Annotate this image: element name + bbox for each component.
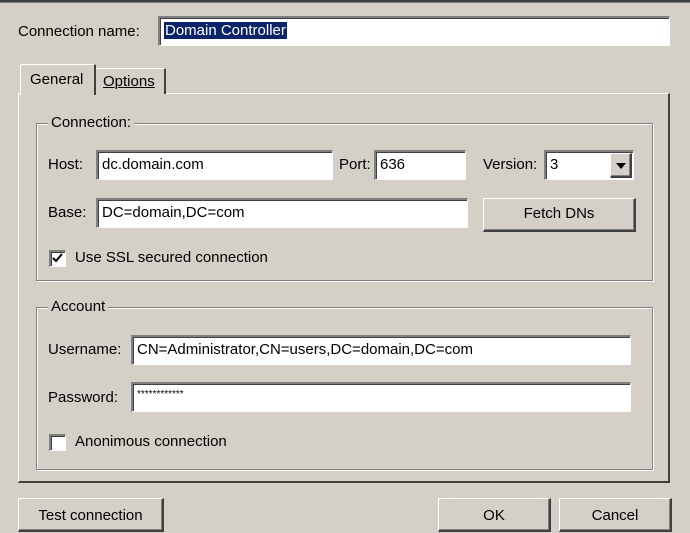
test-connection-button[interactable]: Test connection (18, 498, 164, 532)
ssl-label: Use SSL secured connection (75, 249, 268, 266)
tab-options[interactable]: Options (96, 68, 166, 94)
version-label: Version: (483, 156, 538, 173)
version-value: 3 (550, 156, 559, 173)
port-input[interactable]: 636 (374, 150, 466, 180)
base-label: Base: (48, 204, 87, 221)
password-input[interactable]: ************ (131, 382, 631, 412)
username-label: Username: (48, 341, 122, 358)
ok-button[interactable]: OK (438, 498, 551, 532)
fetch-dns-button[interactable]: Fetch DNs (483, 198, 636, 232)
connection-name-label: Connection name: (18, 23, 140, 40)
connection-name-value: Domain Controller (163, 21, 288, 40)
connection-name-input[interactable]: Domain Controller (158, 16, 670, 46)
checkmark-icon (52, 253, 63, 263)
anonymous-label: Anonimous connection (75, 433, 227, 450)
cancel-button[interactable]: Cancel (559, 498, 672, 532)
base-input[interactable]: DC=domain,DC=com (96, 198, 468, 228)
version-select[interactable]: 3 (544, 150, 634, 180)
host-label: Host: (48, 156, 84, 173)
username-input[interactable]: CN=Administrator,CN=users,DC=domain,DC=c… (131, 335, 631, 365)
connection-group-title: Connection: (48, 114, 135, 132)
version-dropdown-button[interactable] (610, 153, 632, 178)
tab-general-label: General (30, 71, 84, 88)
password-label: Password: (48, 389, 119, 406)
tab-general[interactable]: General (20, 64, 96, 95)
anonymous-checkbox[interactable] (49, 434, 66, 451)
account-group-title: Account (48, 298, 109, 316)
window-top-highlight (0, 2, 690, 3)
tab-options-label: Options (103, 73, 155, 90)
chevron-down-icon (615, 163, 626, 169)
port-label: Port: (339, 156, 371, 173)
ssl-checkbox[interactable] (49, 250, 66, 267)
host-input[interactable]: dc.domain.com (96, 150, 333, 180)
